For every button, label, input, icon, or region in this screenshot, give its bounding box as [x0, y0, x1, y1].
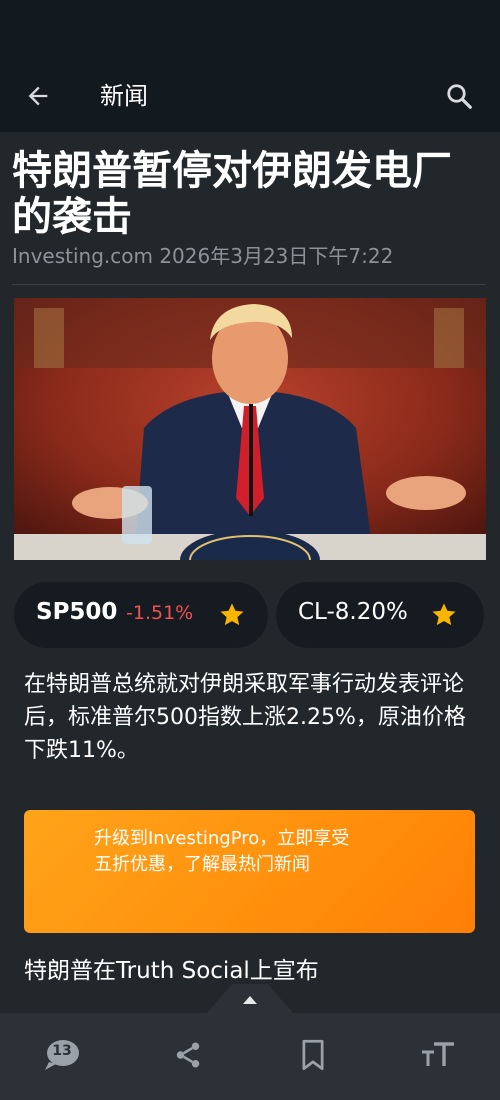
divider — [12, 284, 486, 285]
ticker-cl[interactable]: CL-8.20% — [276, 582, 484, 648]
page-title: 新闻 — [100, 82, 148, 110]
text-size-icon — [422, 1042, 454, 1066]
status-bar — [0, 0, 500, 60]
article-summary: 在特朗普总统就对伊朗采取军事行动发表评论后，标准普尔500指数上涨2.25%，原… — [24, 672, 466, 763]
article-image — [14, 298, 486, 560]
arrow-left-icon — [28, 86, 48, 106]
promo-line-2: 五折优惠，了解最热门新闻 — [94, 854, 310, 875]
search-button[interactable] — [440, 77, 478, 115]
text-size-button[interactable] — [416, 1035, 460, 1075]
ticker-sp500[interactable]: SP500 -1.51% — [14, 582, 268, 648]
ticker-name: SP500 — [36, 599, 118, 625]
star-icon[interactable] — [430, 601, 458, 629]
investingpro-promo-banner[interactable]: 升级到InvestingPro，立即享受 五折优惠，了解最热门新闻 — [24, 810, 475, 933]
app-bar: 新闻 — [0, 60, 500, 132]
search-icon — [447, 84, 472, 109]
comments-button[interactable]: 13 — [40, 1035, 84, 1075]
star-icon[interactable] — [218, 601, 246, 629]
comment-count: 13 — [52, 1043, 72, 1059]
article-subheading: 特朗普在Truth Social上宣布 — [24, 958, 319, 984]
article-byline: Investing.com 2026年3月23日下午7:22 — [12, 244, 394, 268]
share-icon — [176, 1042, 200, 1068]
chevron-up-icon — [243, 996, 257, 1004]
article-headline: 特朗普暂停对伊朗发电厂的袭击 — [12, 148, 452, 240]
share-button[interactable] — [166, 1035, 210, 1075]
promo-text: 升级到InvestingPro，立即享受 五折优惠，了解最热门新闻 — [94, 826, 404, 878]
bottom-toolbar: 13 — [0, 1013, 500, 1100]
bookmark-icon — [302, 1039, 324, 1071]
back-button[interactable] — [20, 78, 56, 114]
promo-line-1: 升级到InvestingPro，立即享受 — [94, 828, 350, 849]
ticker-change: -1.51% — [126, 602, 194, 624]
ticker-change: -8.20% — [326, 599, 408, 625]
ticker-name: CL — [298, 599, 327, 625]
bookmark-button[interactable] — [291, 1035, 335, 1075]
